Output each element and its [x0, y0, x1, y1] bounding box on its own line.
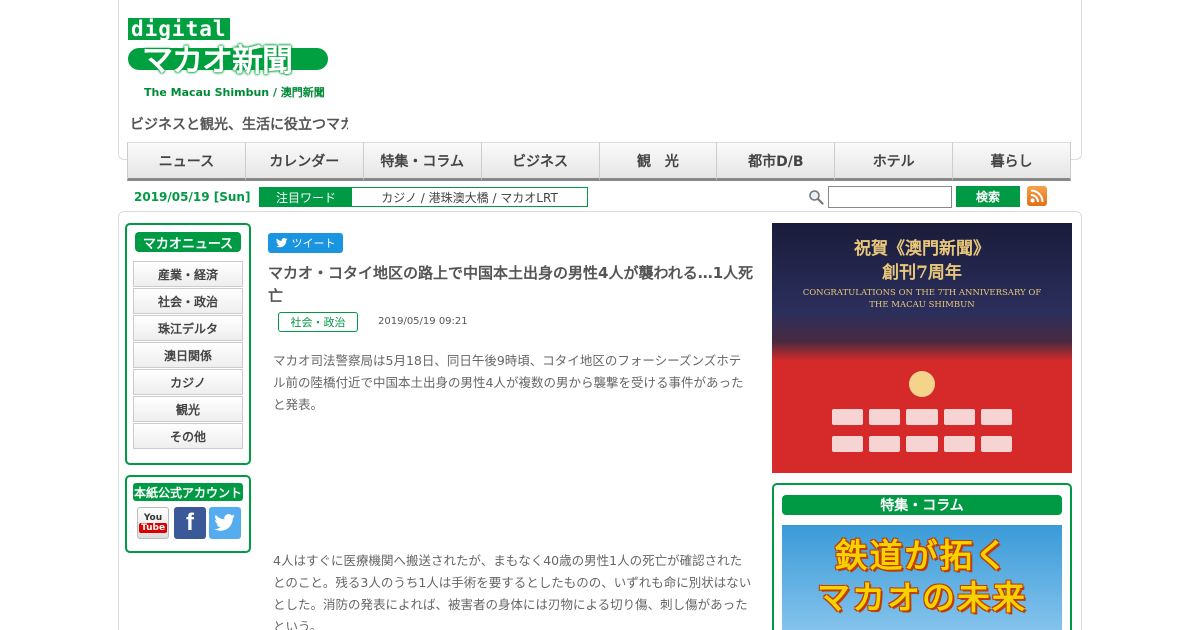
ad-title-line-2: 創刊7周年 [882, 263, 962, 283]
ad-subtitle: CONGRATULATIONS ON THE 7TH ANNIVERSARY O… [772, 287, 1072, 311]
youtube-icon[interactable]: You Tube [137, 507, 169, 539]
logo-digital-text: digital [128, 18, 230, 40]
nav-item-living[interactable]: 暮らし [952, 142, 1071, 181]
main-nav: ニュース カレンダー 特集・コラム ビジネス 観 光 都市D/B ホテル 暮らし [127, 142, 1071, 181]
trending-keywords: 注目ワード カジノ / 港珠澳大橋 / マカオLRT [259, 187, 588, 207]
twitter-icon[interactable] [209, 507, 241, 539]
search-button[interactable]: 検索 [956, 186, 1020, 207]
article-paragraph-2: 4人はすぐに医療機関へ搬送されたが、まもなく40歳の男性1人の死亡が確認されたと… [273, 553, 752, 630]
tweet-button-label: ツイート [291, 237, 336, 250]
feature-column-title[interactable]: 特集・コラム [782, 495, 1062, 515]
article-paragraph-1: マカオ司法警察局は5月18日、同日午後9時頃、コタイ地区のフォーシーズンズホテル… [273, 353, 744, 412]
feature-banner-line-2: マカオの未来 [817, 578, 1027, 617]
anniversary-ad-banner[interactable]: 祝賀《澳門新聞》 創刊7周年 CONGRATULATIONS ON THE 7T… [772, 223, 1072, 473]
magnifier-icon [809, 190, 824, 205]
search-input[interactable] [828, 186, 952, 208]
official-accounts-box: 本紙公式アカウント You Tube f [125, 475, 251, 553]
sidebar-item-tourism[interactable]: 観光 [133, 396, 243, 422]
tweet-button[interactable]: ツイート [268, 233, 343, 253]
feature-banner-image[interactable]: 鉄道が拓く マカオの未来 [782, 525, 1062, 630]
logo-subtitle: The Macau Shimbun / 澳門新聞 [144, 86, 325, 99]
ad-title: 祝賀《澳門新聞》 創刊7周年 [772, 237, 1072, 285]
nav-item-news[interactable]: ニュース [127, 142, 245, 181]
feature-banner-line-1: 鉄道が拓く [834, 536, 1010, 575]
site-logo[interactable]: digital マカオ新聞 The Macau Shimbun / 澳門新聞 [128, 18, 348, 100]
site-tagline: ビジネスと観光、生活に役立つマカオ情報 [130, 117, 348, 133]
youtube-tube-text: Tube [138, 523, 168, 533]
sidebar-item-other[interactable]: その他 [133, 423, 243, 449]
logo-main-text: マカオ新聞 [142, 43, 293, 79]
official-accounts-title: 本紙公式アカウント [133, 483, 243, 501]
sidebar-item-politics[interactable]: 社会・政治 [133, 288, 243, 314]
nav-item-city-db[interactable]: 都市D/B [716, 142, 835, 181]
article-title: マカオ・コタイ地区の路上で中国本土出身の男性4人が襲われる…1人死亡 [268, 264, 754, 305]
sidebar-item-pearl-river-delta[interactable]: 珠江デルタ [133, 315, 243, 341]
ad-emblem-logo [909, 371, 935, 397]
keyword-links[interactable]: カジノ / 港珠澳大橋 / マカオLRT [352, 188, 587, 206]
nav-item-hotel[interactable]: ホテル [834, 142, 953, 181]
sidebar-item-macau-japan[interactable]: 澳日関係 [133, 342, 243, 368]
nav-item-features[interactable]: 特集・コラム [362, 142, 481, 181]
keyword-label: 注目ワード [260, 188, 352, 206]
sidebar-item-casino[interactable]: カジノ [133, 369, 243, 395]
ad-subtitle-line-2: THE MACAU SHIMBUN [869, 300, 975, 310]
news-category-list: 産業・経済 社会・政治 珠江デルタ 澳日関係 カジノ 観光 その他 [133, 261, 243, 450]
article-datetime: 2019/05/19 09:21 [378, 316, 468, 327]
twitter-bird-icon [275, 238, 287, 248]
ad-cityscape [772, 313, 1072, 361]
current-date: 2019/05/19 [Sun] [134, 190, 251, 204]
youtube-you-text: You [143, 513, 163, 523]
news-category-box: マカオニュース 産業・経済 社会・政治 珠江デルタ 澳日関係 カジノ 観光 その… [125, 223, 251, 465]
ad-sponsor-logos [832, 409, 1012, 457]
facebook-icon[interactable]: f [174, 507, 206, 539]
nav-item-tourism[interactable]: 観 光 [598, 142, 717, 181]
feature-column-box: 特集・コラム 鉄道が拓く マカオの未来 [772, 483, 1072, 630]
nav-item-calendar[interactable]: カレンダー [244, 142, 363, 181]
article-category-tag[interactable]: 社会・政治 [278, 312, 358, 332]
rss-icon[interactable] [1027, 186, 1047, 206]
ad-subtitle-line-1: CONGRATULATIONS ON THE 7TH ANNIVERSARY O… [802, 288, 1042, 298]
sidebar-item-economy[interactable]: 産業・経済 [133, 261, 243, 287]
nav-item-business[interactable]: ビジネス [480, 142, 599, 181]
news-category-title: マカオニュース [135, 232, 241, 252]
ad-title-line-1: 祝賀《澳門新聞》 [854, 239, 990, 259]
